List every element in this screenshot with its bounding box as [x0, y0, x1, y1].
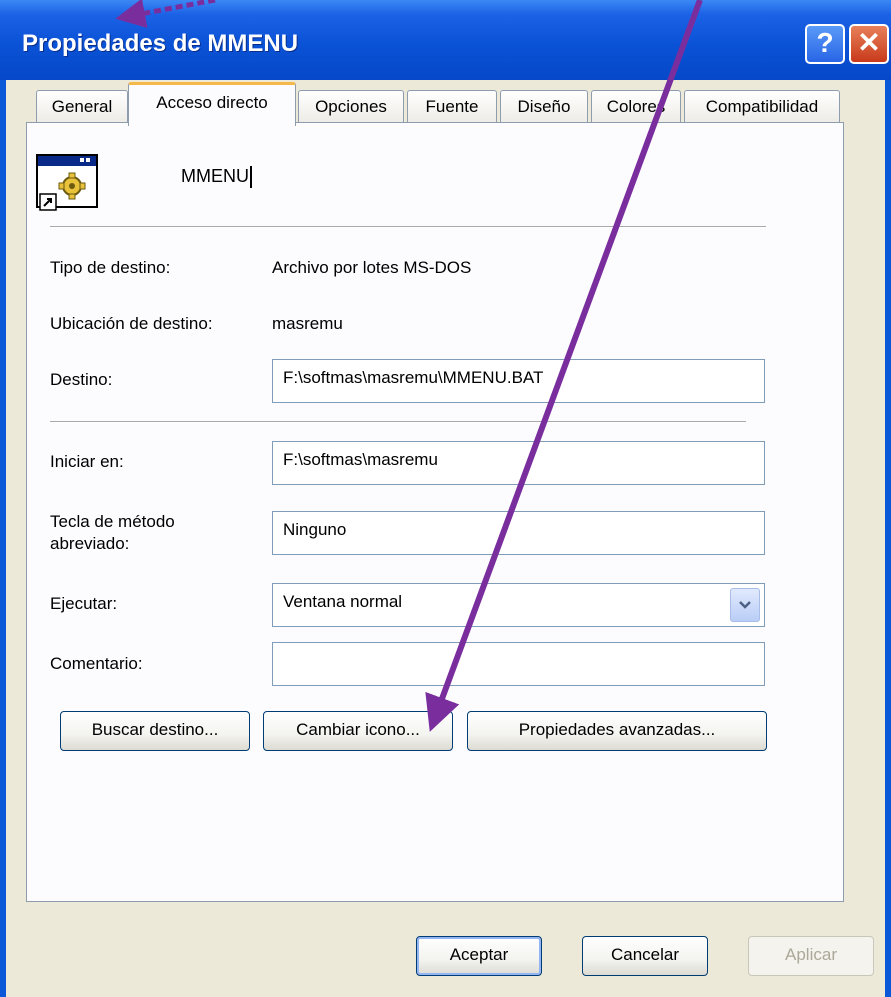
comment-label: Comentario:	[50, 654, 143, 673]
tab-acceso-directo[interactable]: Acceso directo	[128, 82, 296, 126]
run-select-value: Ventana normal	[283, 592, 403, 611]
comment-input[interactable]	[272, 642, 765, 686]
run-select[interactable]: Ventana normal	[272, 583, 765, 627]
text-cursor	[250, 166, 252, 189]
tab-label: Opciones	[315, 97, 387, 116]
tab-label: General	[51, 97, 113, 116]
start-in-label: Iniciar en:	[50, 452, 124, 471]
help-button[interactable]: ?	[805, 24, 845, 64]
shortcut-name[interactable]: MMENU	[181, 166, 252, 189]
tab-label: Fuente	[425, 97, 479, 116]
tab-label: Colores	[606, 97, 666, 116]
target-type-label: Tipo de destino:	[50, 258, 171, 277]
tab-diseno[interactable]: Diseño	[500, 90, 588, 124]
tab-label: Acceso directo	[156, 93, 268, 112]
dialog-client: General Acceso directo Opciones Fuente D…	[6, 80, 885, 997]
apply-button[interactable]: Aplicar	[748, 936, 874, 976]
target-type-value: Archivo por lotes MS-DOS	[272, 258, 472, 277]
tab-opciones[interactable]: Opciones	[298, 90, 404, 124]
close-icon: ✕	[857, 27, 881, 58]
chevron-down-icon	[739, 601, 751, 609]
tab-colores[interactable]: Colores	[591, 90, 681, 124]
title-bar[interactable]: Propiedades de MMENU ? ✕	[0, 0, 891, 80]
separator	[50, 226, 766, 228]
shortcut-name-text: MMENU	[181, 166, 249, 186]
target-location-value: masremu	[272, 314, 343, 333]
tab-label: Compatibilidad	[705, 97, 819, 116]
start-in-input[interactable]: F:\softmas\masremu	[272, 441, 765, 485]
tab-compatibilidad[interactable]: Compatibilidad	[684, 90, 840, 124]
cancel-button[interactable]: Cancelar	[582, 936, 708, 976]
tab-fuente[interactable]: Fuente	[407, 90, 497, 124]
find-target-button[interactable]: Buscar destino...	[60, 711, 250, 751]
target-input[interactable]: F:\softmas\masremu\MMENU.BAT	[272, 359, 765, 403]
target-label: Destino:	[50, 370, 113, 389]
run-label: Ejecutar:	[50, 594, 118, 613]
window-title: Propiedades de MMENU	[22, 30, 299, 57]
hotkey-label-line2: abreviado:	[50, 534, 130, 553]
close-button[interactable]: ✕	[849, 24, 889, 64]
tab-general[interactable]: General	[36, 90, 128, 124]
help-icon: ?	[816, 27, 834, 58]
ok-button[interactable]: Aceptar	[416, 936, 542, 976]
hotkey-input[interactable]: Ninguno	[272, 511, 765, 555]
change-icon-button[interactable]: Cambiar icono...	[263, 711, 453, 751]
run-select-dropdown-button[interactable]	[730, 588, 760, 622]
separator	[50, 421, 746, 423]
tab-label: Diseño	[517, 97, 571, 116]
target-location-label: Ubicación de destino:	[50, 314, 213, 333]
shortcut-app-icon	[36, 154, 98, 211]
advanced-properties-button[interactable]: Propiedades avanzadas...	[467, 711, 767, 751]
hotkey-label-line1: Tecla de método	[50, 512, 175, 531]
properties-window: Propiedades de MMENU ? ✕ General Acceso …	[0, 0, 891, 997]
